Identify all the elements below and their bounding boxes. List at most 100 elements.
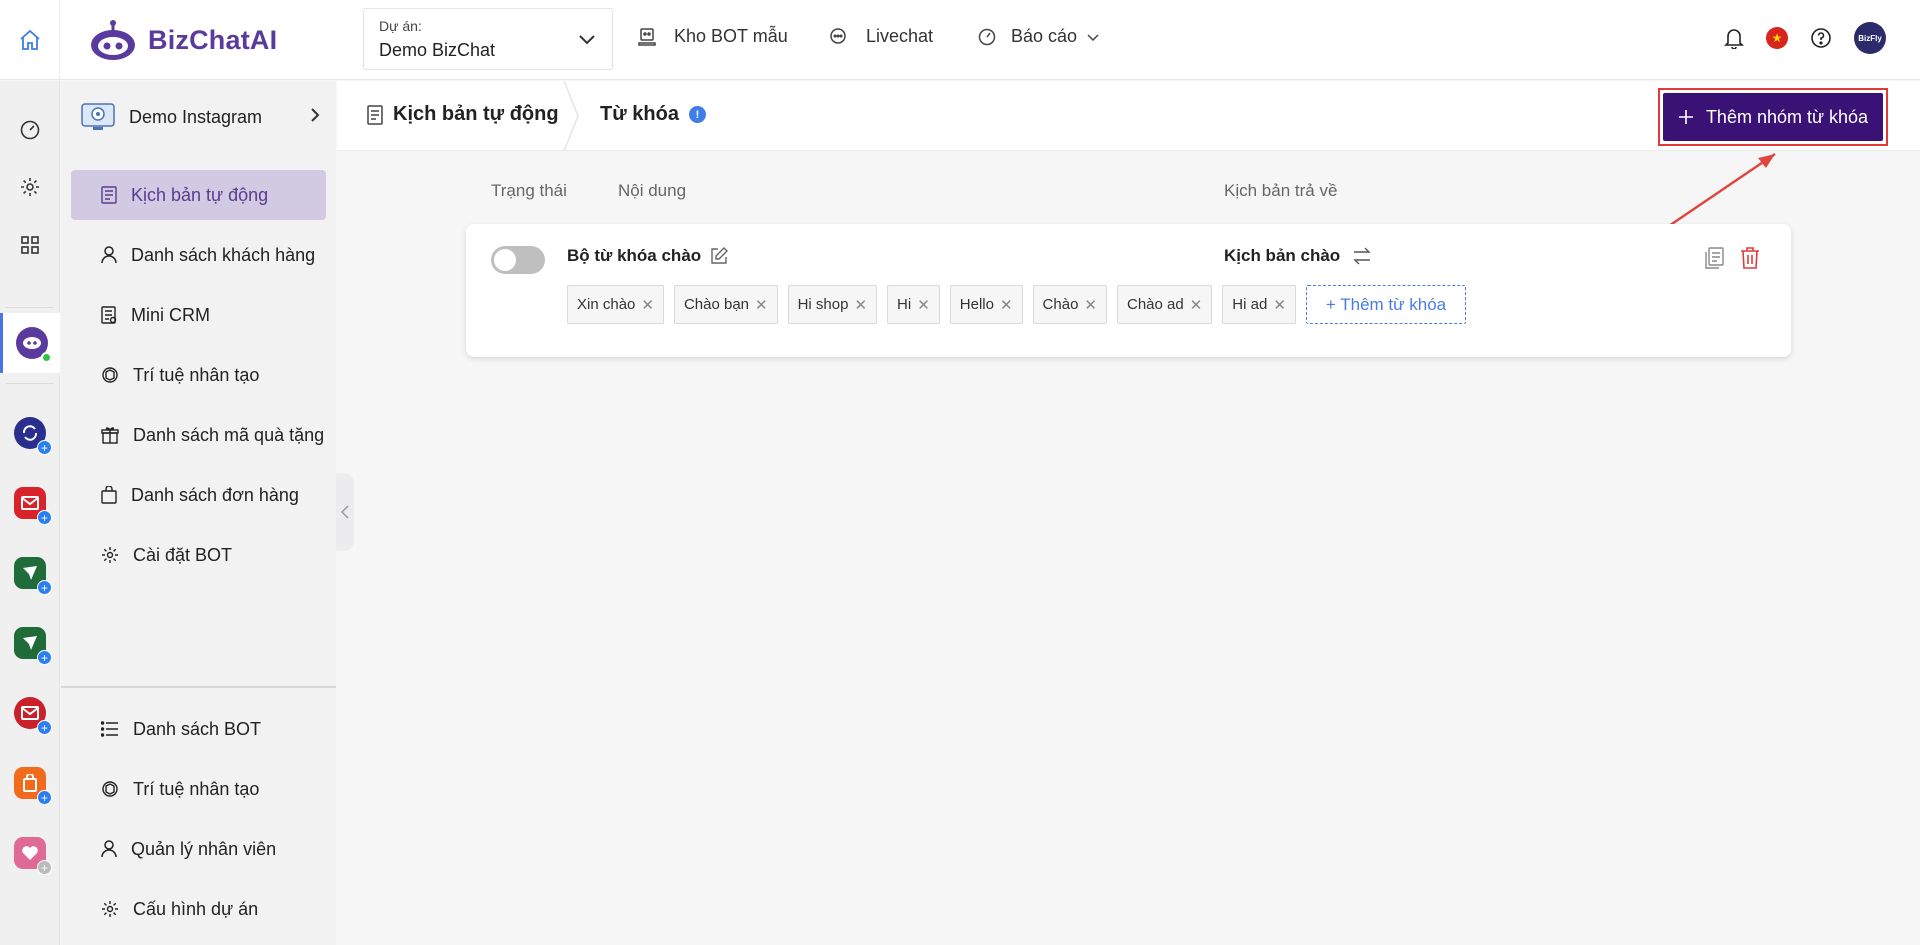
- gear-icon: [21, 178, 39, 196]
- add-app-badge: +: [37, 580, 52, 595]
- breadcrumb-keywords: Từ khóa !: [600, 103, 706, 126]
- sidebar-item-label: Trí tuệ nhân tạo: [133, 778, 260, 799]
- add-app-badge: +: [37, 650, 52, 665]
- swap-icon[interactable]: [1352, 247, 1372, 265]
- sidebar-item-ai[interactable]: Trí tuệ nhân tạo: [71, 350, 326, 400]
- info-icon[interactable]: !: [688, 106, 706, 123]
- gauge-icon: [978, 28, 996, 45]
- nav-bot-templates[interactable]: Kho BOT mẫu: [638, 26, 788, 47]
- add-app-badge: +: [37, 790, 52, 805]
- sidebar-item-project-config[interactable]: Cấu hình dự án: [71, 884, 326, 934]
- add-app-badge: +: [37, 720, 52, 735]
- keyword-tag: Hi ad ✕: [1222, 285, 1296, 324]
- bell-icon[interactable]: [1724, 27, 1744, 49]
- close-icon[interactable]: ✕: [1273, 296, 1286, 314]
- bot-name: Demo Instagram: [129, 106, 263, 127]
- gauge-icon: [20, 120, 40, 140]
- sidebar: Demo Instagram Kịch bản tự động Danh sác…: [61, 81, 336, 945]
- keyword-group-title: Bộ từ khóa chào: [567, 246, 729, 266]
- rail-apps[interactable]: [0, 220, 60, 270]
- rail-app-3[interactable]: +: [0, 548, 60, 598]
- sidebar-item-staff[interactable]: Quản lý nhân viên: [71, 824, 326, 874]
- nav-label: Livechat: [866, 26, 934, 46]
- add-keyword-group-button[interactable]: Thêm nhóm từ khóa: [1663, 93, 1883, 141]
- project-label: Dự án:: [379, 18, 422, 34]
- add-group-highlight: Thêm nhóm từ khóa: [1658, 88, 1888, 146]
- sidebar-item-bot-settings[interactable]: Cài đặt BOT: [71, 530, 326, 580]
- sidebar-item-orders[interactable]: Danh sách đơn hàng: [71, 470, 326, 520]
- page-title: Từ khóa: [600, 103, 679, 125]
- user-icon: [101, 840, 117, 858]
- rail-app-5[interactable]: +: [0, 688, 60, 738]
- chevron-down-icon: [1087, 33, 1099, 41]
- breadcrumb-auto-scripts[interactable]: Kịch bản tự động: [367, 103, 559, 126]
- list-doc-icon: [367, 104, 383, 125]
- bot-selector[interactable]: Demo Instagram: [81, 97, 326, 137]
- add-app-badge: +: [37, 510, 52, 525]
- brand-name: BizChatAI: [148, 24, 278, 55]
- mail-app-icon: +: [14, 487, 52, 525]
- status-toggle[interactable]: [491, 246, 545, 274]
- breadcrumb-label: Kịch bản tự động: [393, 103, 559, 125]
- gift-icon: [101, 427, 119, 444]
- nav-label: Kho BOT mẫu: [674, 26, 788, 46]
- user-icon: [101, 246, 117, 264]
- sidebar-item-gift-codes[interactable]: Danh sách mã quà tặng: [71, 410, 326, 460]
- close-icon[interactable]: ✕: [917, 296, 930, 314]
- add-app-badge: +: [37, 440, 52, 455]
- home-button[interactable]: [0, 0, 60, 80]
- nav-livechat[interactable]: Livechat: [828, 26, 933, 47]
- heart-app-icon: +: [14, 837, 52, 875]
- sidebar-item-label: Cài đặt BOT: [133, 544, 233, 565]
- plus-icon: [1678, 110, 1693, 124]
- sidebar-item-ai-bottom[interactable]: Trí tuệ nhân tạo: [71, 764, 326, 814]
- close-icon[interactable]: ✕: [641, 296, 654, 314]
- sidebar-collapse-handle[interactable]: [336, 473, 354, 551]
- close-icon[interactable]: ✕: [854, 296, 867, 314]
- app-rail: + + + + + + +: [0, 81, 60, 945]
- annotation-arrow: [1659, 152, 1776, 234]
- crm-icon: [101, 306, 117, 324]
- add-keyword-button[interactable]: + Thêm từ khóa: [1305, 285, 1467, 324]
- sidebar-item-label: Danh sách đơn hàng: [131, 484, 299, 505]
- rail-settings[interactable]: [0, 162, 60, 212]
- project-select[interactable]: Dự án: Demo BizChat: [363, 8, 613, 70]
- sidebar-item-bot-list[interactable]: Danh sách BOT: [71, 704, 326, 754]
- list-icon: [101, 721, 118, 737]
- brand-logo[interactable]: BizChatAI: [88, 16, 277, 64]
- close-icon[interactable]: ✕: [755, 296, 768, 314]
- rail-app-2[interactable]: +: [0, 478, 60, 528]
- help-icon[interactable]: [1810, 27, 1832, 49]
- rail-app-7[interactable]: +: [0, 828, 60, 878]
- keyword-tag: Chào ad ✕: [1116, 285, 1213, 324]
- trash-icon[interactable]: [1739, 246, 1761, 270]
- sync-app-icon: +: [14, 417, 52, 455]
- bizchat-app-icon: [15, 327, 52, 363]
- mail-app-icon: +: [14, 697, 52, 735]
- home-icon: [19, 29, 40, 50]
- close-icon[interactable]: ✕: [1084, 296, 1097, 314]
- rail-app-6[interactable]: +: [0, 758, 60, 808]
- close-icon[interactable]: ✕: [1190, 296, 1203, 314]
- avatar[interactable]: BizFly: [1854, 22, 1886, 54]
- sidebar-item-mini-crm[interactable]: Mini CRM: [71, 290, 326, 340]
- rail-bizchat[interactable]: [0, 313, 60, 373]
- sidebar-item-label: Danh sách khách hàng: [131, 244, 316, 265]
- rail-dashboard[interactable]: [0, 105, 60, 155]
- vietnam-flag-icon[interactable]: ★: [1766, 27, 1788, 49]
- edit-icon[interactable]: [709, 246, 729, 266]
- rail-app-4[interactable]: +: [0, 618, 60, 668]
- keyword-tag: Chào bạn ✕: [673, 285, 778, 324]
- reply-script[interactable]: Kịch bản chào: [1224, 246, 1372, 266]
- send-app-icon: +: [14, 557, 52, 595]
- nav-reports[interactable]: Báo cáo: [977, 26, 1099, 47]
- rail-app-1[interactable]: +: [0, 408, 60, 458]
- row-actions: [1703, 246, 1761, 270]
- keyword-tag: Chào ✕: [1032, 285, 1107, 324]
- sidebar-item-customers[interactable]: Danh sách khách hàng: [71, 230, 326, 280]
- copy-icon[interactable]: [1703, 246, 1725, 270]
- keyword-tag: Hi ✕: [887, 285, 940, 324]
- sidebar-item-auto-scripts[interactable]: Kịch bản tự động: [71, 170, 326, 220]
- close-icon[interactable]: ✕: [1000, 296, 1013, 314]
- chevron-left-icon: [341, 505, 349, 519]
